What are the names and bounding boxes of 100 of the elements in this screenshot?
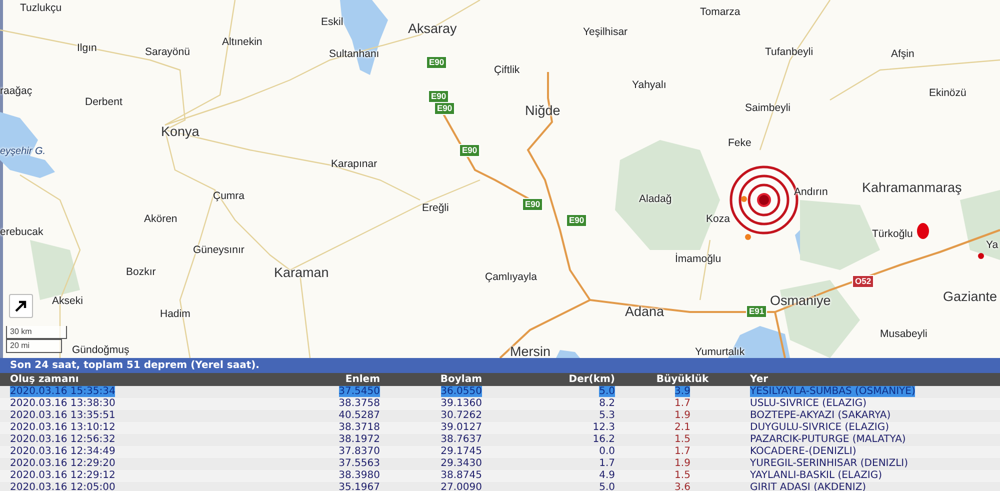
table-cell: GIRIT ADASI (AKDENIZ) <box>750 482 866 491</box>
arrow-icon <box>15 300 27 312</box>
scale-bar: 30 km <box>6 326 67 339</box>
place-label: Çamlıyayla <box>485 271 537 283</box>
place-label: Akseki <box>52 295 83 307</box>
table-cell: 38.3718 <box>338 422 380 433</box>
table-cell: 2020.03.16 13:35:51 <box>10 410 116 421</box>
table-cell: 36.0550 <box>440 386 482 397</box>
table-cell: 2020.03.16 13:38:30 <box>10 398 116 409</box>
place-label: Adana <box>625 304 664 319</box>
table-row[interactable]: 2020.03.16 13:38:30 38.3758 39.1360 8.2 1.7 USLU-SIVRICE (ELAZIG) <box>0 398 1000 410</box>
table-cell: 1.5 <box>674 470 690 481</box>
place-label: Karapınar <box>331 158 378 170</box>
place-label: Koza <box>706 213 730 225</box>
place-label: Altınekin <box>222 36 262 48</box>
table-cell: YUREGIL-SERINHISAR (DENIZLI) <box>750 458 908 469</box>
table-cell: 12.3 <box>592 422 615 433</box>
place-label: Hadim <box>160 308 190 320</box>
place-label: Akören <box>144 213 178 225</box>
table-cell: YAYLANLI-BASKIL (ELAZIG) <box>750 470 882 481</box>
place-label: Aksaray <box>408 21 457 36</box>
column-header: Der(km) <box>568 374 615 386</box>
place-label: Yumurtalık <box>695 346 745 358</box>
table-cell: 1.7 <box>674 398 690 409</box>
table-cell: 39.1360 <box>440 398 482 409</box>
table-cell: 38.8745 <box>440 470 482 481</box>
place-label: İmamoğlu <box>675 253 722 265</box>
place-label: Çiftlik <box>494 64 520 76</box>
place-label: Ya <box>986 239 998 251</box>
place-label: Afşin <box>891 48 914 60</box>
table-cell: 5.3 <box>599 410 615 421</box>
table-cell: USLU-SIVRICE (ELAZIG) <box>750 398 866 409</box>
road-sign: E90 <box>428 90 450 103</box>
table-cell: BOZTEPE-AKYAZI (SAKARYA) <box>750 410 891 421</box>
table-row[interactable]: 2020.03.16 12:29:12 38.3980 38.8745 4.9 1.5 YAYLANLI-BASKIL (ELAZIG) <box>0 470 1000 482</box>
table-cell: 27.0090 <box>440 482 482 491</box>
table-cell: 4.9 <box>599 470 615 481</box>
place-label: Saimbeyli <box>745 102 791 114</box>
table-cell: 37.8370 <box>338 446 380 457</box>
table-cell: 1.9 <box>674 458 690 469</box>
table-cell: 35.1967 <box>338 482 380 491</box>
table-cell: 0.0 <box>599 446 615 457</box>
table-cell: 2020.03.16 12:29:12 <box>10 470 116 481</box>
place-label: eyşehir G. <box>0 146 46 158</box>
table-row[interactable]: 2020.03.16 12:34:49 37.8370 29.1745 0.0 1.7 KOCADERE-(DENIZLI) <box>0 446 1000 458</box>
place-label: Sultanhanı <box>329 48 380 60</box>
table-cell: 1.7 <box>674 446 690 457</box>
column-header: Enlem <box>344 374 380 386</box>
table-cell: 37.5563 <box>338 458 380 469</box>
quake-dot-icon <box>741 196 747 202</box>
place-label: Eskil <box>321 16 344 28</box>
table-cell: 37.5450 <box>338 386 380 397</box>
road-sign: E90 <box>459 144 480 157</box>
table-cell: 1.5 <box>674 434 690 445</box>
column-header: Yer <box>750 374 770 386</box>
table-cell: 39.0127 <box>440 422 482 433</box>
fullscreen-button[interactable] <box>9 294 33 318</box>
table-cell: 2020.03.16 12:05:00 <box>10 482 116 491</box>
place-label: Sarayönü <box>145 46 190 58</box>
place-label: Aladağ <box>639 193 672 205</box>
place-label: Ekinözü <box>929 87 966 99</box>
place-label: Kahramanmaraş <box>862 180 962 195</box>
table-cell: 2020.03.16 12:34:49 <box>10 446 116 457</box>
place-label: Yeşilhisar <box>583 26 628 38</box>
table-cell: 1.9 <box>674 410 690 421</box>
place-label: Tomarza <box>700 6 740 18</box>
road-sign: E90 <box>434 102 456 115</box>
column-header: Oluş zamanı <box>10 374 80 386</box>
place-label: Gaziante <box>943 289 998 304</box>
table-cell: KOCADERE-(DENIZLI) <box>750 446 856 457</box>
road-sign: E90 <box>522 198 544 211</box>
quake-dot-icon <box>917 223 929 239</box>
place-label: Mersin <box>510 344 551 358</box>
table-cell: 5.0 <box>599 386 615 397</box>
table-row[interactable]: 2020.03.16 13:10:12 38.3718 39.0127 12.3 2.1 DUYGULU-SIVRICE (ELAZIG) <box>0 422 1000 434</box>
road-sign: E90 <box>566 214 588 227</box>
road-sign: O52 <box>852 275 874 288</box>
forest-area <box>960 190 1000 260</box>
table-cell: 8.2 <box>599 398 615 409</box>
table-cell: 30.7262 <box>440 410 482 421</box>
table-cell: 38.3758 <box>338 398 380 409</box>
place-label: Karaman <box>274 265 329 280</box>
table-cell: 29.1745 <box>440 446 482 457</box>
place-label: Tuzlukçu <box>20 2 62 14</box>
quake-dot-icon <box>745 234 751 240</box>
table-cell: 40.5287 <box>338 410 380 421</box>
road-sign: E91 <box>746 305 768 318</box>
table-cell: PAZARCIK-PUTURGE (MALATYA) <box>750 434 906 445</box>
summary-bar: Son 24 saat, toplam 51 deprem (Yerel saat). <box>0 358 1000 373</box>
place-label: Gündoğmuş <box>72 344 130 356</box>
road-sign: E90 <box>426 56 448 69</box>
place-label: Güneysınır <box>193 244 244 256</box>
table-cell: 1.7 <box>599 458 615 469</box>
table-cell: 3.6 <box>674 482 690 491</box>
place-label: Türkoğlu <box>872 228 913 240</box>
scale-bar: 20 mi <box>6 339 62 353</box>
place-label: Derbent <box>85 96 122 108</box>
table-cell: 5.0 <box>599 482 615 491</box>
place-label: Ilgın <box>77 42 97 54</box>
table-cell: 2020.03.16 15:35:34 <box>10 386 116 397</box>
